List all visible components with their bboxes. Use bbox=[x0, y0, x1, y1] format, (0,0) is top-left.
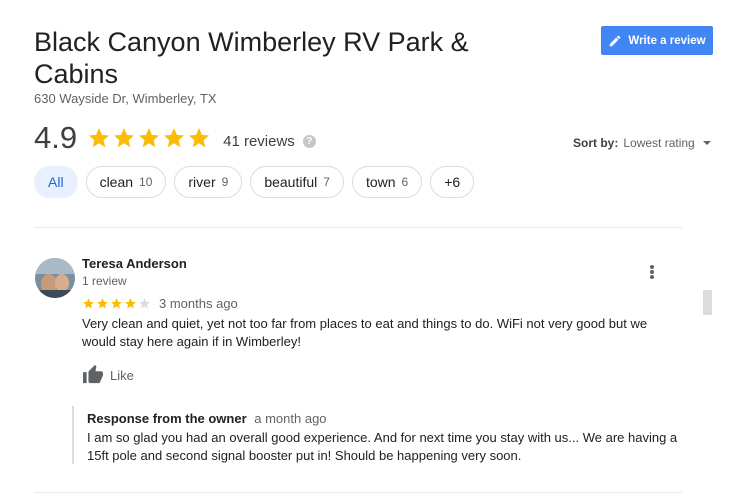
owner-response-header: Response from the owner a month ago bbox=[87, 411, 327, 426]
chip-count: 9 bbox=[221, 175, 229, 189]
chip-label: river bbox=[188, 174, 216, 190]
chip-label: +6 bbox=[444, 174, 461, 190]
chip-label: beautiful bbox=[264, 174, 318, 190]
reviewer-name[interactable]: Teresa Anderson bbox=[82, 256, 187, 271]
star-filled-icon bbox=[89, 128, 110, 148]
scrollbar-thumb[interactable] bbox=[703, 290, 712, 315]
star-filled-icon bbox=[125, 298, 136, 309]
star-filled-icon bbox=[114, 128, 135, 148]
review-divider bbox=[34, 492, 682, 493]
chip-label: All bbox=[48, 174, 64, 190]
chip-river[interactable]: river 9 bbox=[174, 166, 243, 198]
filter-chips: All clean 10 river 9 beautiful 7 town 6 … bbox=[34, 166, 475, 198]
chip-clean[interactable]: clean 10 bbox=[85, 166, 167, 198]
average-stars bbox=[87, 126, 211, 150]
sort-label: Sort by: bbox=[573, 136, 619, 150]
owner-response-date: a month ago bbox=[254, 411, 327, 426]
chip-all[interactable]: All bbox=[34, 166, 78, 198]
star-empty-icon bbox=[139, 298, 150, 309]
star-filled-icon bbox=[97, 298, 108, 309]
star-filled-icon bbox=[83, 298, 94, 309]
chip-label: clean bbox=[99, 174, 134, 190]
section-divider bbox=[34, 227, 682, 228]
question-icon[interactable]: ? bbox=[302, 134, 316, 148]
thumbs-up-icon bbox=[83, 364, 103, 384]
place-title: Black Canyon Wimberley RV Park & Cabins bbox=[34, 27, 469, 89]
owner-response-text: I am so glad you had an overall good exp… bbox=[87, 430, 678, 463]
star-filled-icon bbox=[189, 128, 210, 148]
star-filled-icon bbox=[111, 298, 122, 309]
avatar-photo bbox=[35, 258, 75, 298]
caret-down-icon bbox=[702, 141, 711, 145]
like-label: Like bbox=[110, 367, 134, 383]
chip-count: 6 bbox=[401, 175, 409, 189]
chip-count: 7 bbox=[323, 175, 330, 189]
star-filled-icon bbox=[139, 128, 160, 148]
pencil-icon bbox=[610, 35, 621, 46]
chip-count: 10 bbox=[139, 175, 153, 189]
avatar[interactable] bbox=[35, 258, 75, 298]
like-button[interactable]: Like bbox=[82, 364, 134, 384]
write-review-label: Write a review bbox=[628, 34, 706, 47]
chip-more[interactable]: +6 bbox=[430, 166, 475, 198]
review-text: Very clean and quiet, yet not too far fr… bbox=[82, 316, 648, 349]
chip-town[interactable]: town 6 bbox=[351, 166, 423, 198]
review-rating: 3 months ago bbox=[82, 296, 238, 311]
write-review-button[interactable]: Write a review bbox=[601, 26, 713, 55]
place-address: 630 Wayside Dr, Wimberley, TX bbox=[34, 91, 217, 106]
chip-label: town bbox=[365, 174, 396, 190]
review-count[interactable]: 41 reviews bbox=[223, 133, 295, 150]
sort-value: Lowest rating bbox=[623, 136, 695, 150]
sort-dropdown[interactable]: Sort by: Lowest rating bbox=[573, 136, 711, 150]
owner-response-bar bbox=[72, 406, 74, 464]
average-rating: 4.9 bbox=[34, 120, 78, 155]
chip-beautiful[interactable]: beautiful 7 bbox=[250, 166, 344, 198]
review-date: 3 months ago bbox=[159, 296, 238, 311]
star-filled-icon bbox=[164, 128, 185, 148]
rating-summary: 4.9 41 reviews ? bbox=[34, 120, 316, 156]
owner-response-title: Response from the owner bbox=[87, 411, 247, 426]
more-vert-icon[interactable] bbox=[646, 263, 658, 281]
reviewer-review-count: 1 review bbox=[82, 274, 127, 288]
review-stars bbox=[82, 297, 151, 310]
